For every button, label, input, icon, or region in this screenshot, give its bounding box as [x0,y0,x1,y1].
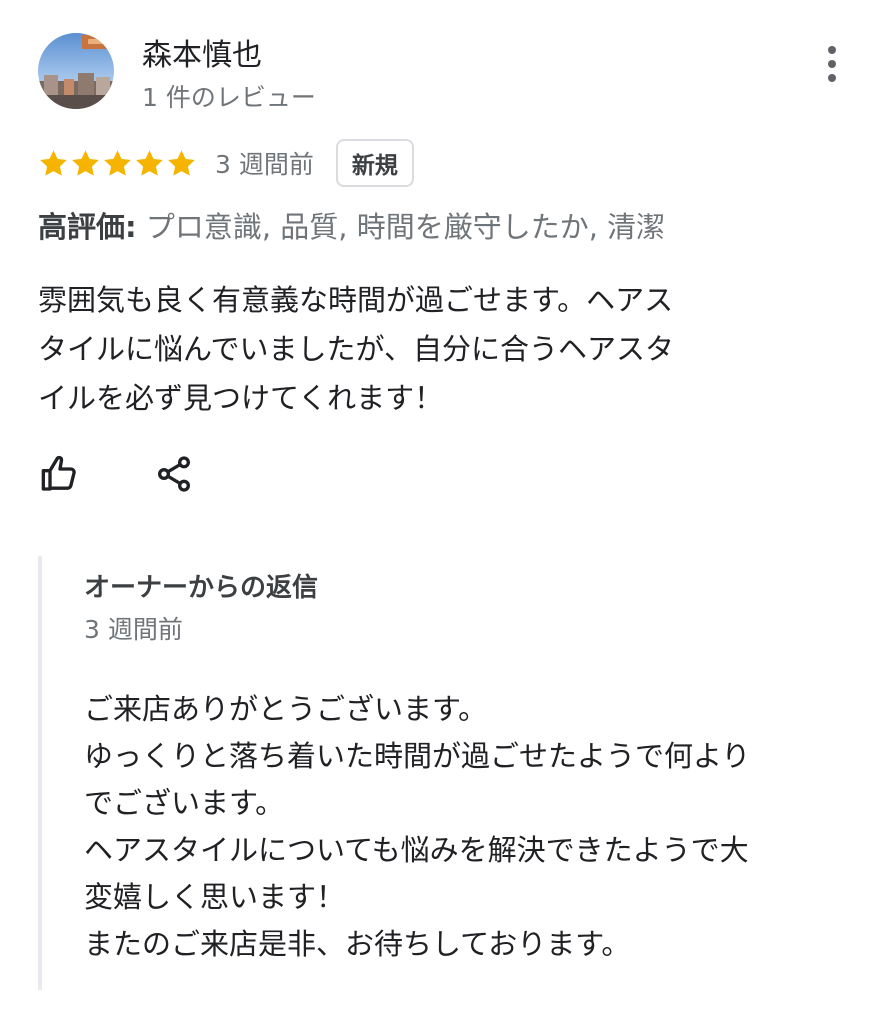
owner-reply-title: オーナーからの返信 [84,573,319,603]
author-review-count[interactable]: 1 件のレビュー [142,80,316,116]
star-icon [104,149,131,176]
owner-reply: オーナーからの返信 3 週間前 ご来店ありがとうございます。 ゆっくりと落ち着い… [38,556,872,990]
share-button[interactable] [152,452,196,496]
more-vert-icon-dot [828,74,836,82]
star-icon [40,149,67,176]
more-vert-icon [828,46,836,54]
review-card: 森本慎也 1 件のレビュー 3 週間前 新規 高評価: プロ意識, 品質, 時間… [0,0,889,1024]
thumbs-up-icon [41,455,76,491]
review-actions [38,452,196,496]
owner-reply-time: 3 週間前 [84,615,183,644]
star-icon [168,149,195,176]
star-icon [136,149,163,176]
review-time: 3 週間前 [215,150,314,179]
review-text: 雰囲気も良く有意義な時間が過ごせます。ヘアス タイルに悩んでいましたが、自分に合… [38,283,674,415]
avatar[interactable] [38,33,114,109]
author-name[interactable]: 森本慎也 [142,36,262,76]
new-badge: 新規 [335,139,414,187]
star-icon [72,149,99,176]
highlights: 高評価: プロ意識, 品質, 時間を厳守したか, 清潔 [38,206,665,248]
more-vert-icon-dot [828,60,836,68]
owner-reply-text: ご来店ありがとうございます。 ゆっくりと落ち着いた時間が過ごせたようで何より で… [84,692,751,961]
star-rating [38,148,197,179]
rating-row: 3 週間前 新規 [38,137,414,189]
highlights-value: プロ意識, 品質, 時間を厳守したか, 清潔 [145,210,666,244]
share-icon [158,456,190,492]
more-options-button[interactable] [812,42,852,86]
like-button[interactable] [38,452,82,496]
avatar-photo [38,33,114,109]
highlights-label: 高評価: [38,210,137,244]
